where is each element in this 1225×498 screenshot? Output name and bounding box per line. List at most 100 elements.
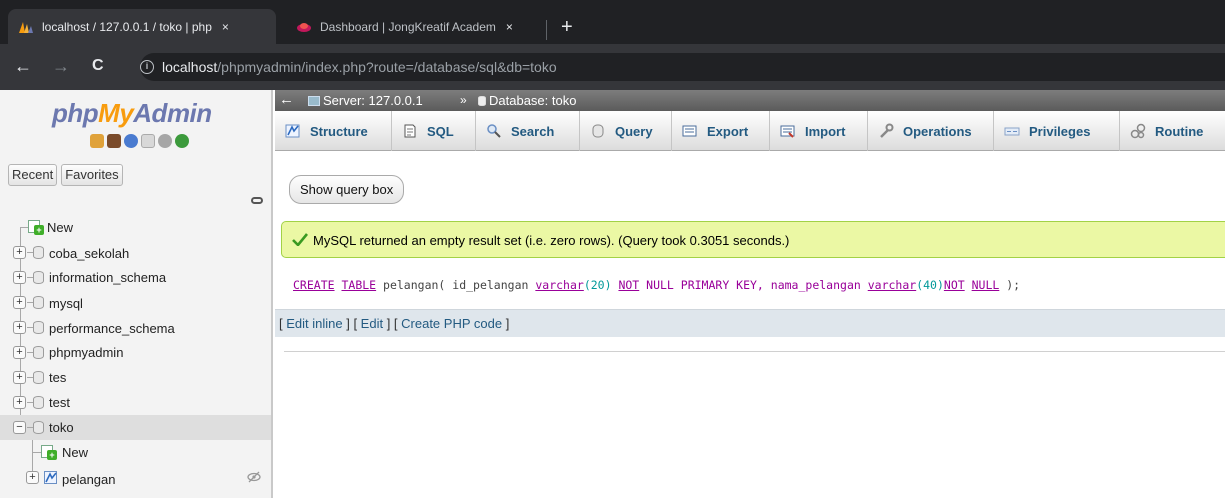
edit-inline-link[interactable]: Edit inline <box>286 316 342 331</box>
tree-item-label: performance_schema <box>49 321 175 336</box>
expand-icon[interactable]: + <box>13 371 26 384</box>
sql-keywords: NULL PRIMARY KEY, nama_pelangan <box>639 278 868 292</box>
sql-keyword-create[interactable]: CREATE <box>293 278 335 292</box>
success-check-icon <box>292 233 308 246</box>
address-bar[interactable]: i localhost/phpmyadmin/index.php?route=/… <box>140 53 1225 81</box>
expand-icon[interactable]: + <box>26 471 39 484</box>
tab-privileges[interactable]: Privileges <box>994 111 1120 151</box>
url-path: /phpmyadmin/index.php?route=/database/sq… <box>217 59 557 75</box>
tree-item-label: pelangan <box>62 472 116 487</box>
sql-function-varchar[interactable]: varchar <box>868 278 916 292</box>
breadcrumb-server-label: Server: 127.0.0.1 <box>323 93 423 108</box>
documentation-icon[interactable] <box>141 134 155 148</box>
bracket: ] [ <box>383 316 402 331</box>
tab-divider <box>546 20 547 40</box>
link-with-main-panel-icon[interactable] <box>251 197 263 204</box>
create-php-code-link[interactable]: Create PHP code <box>401 316 502 331</box>
tree-item-label: test <box>49 395 70 410</box>
reload-navigation-icon[interactable] <box>175 134 189 148</box>
phpmyadmin-favicon-icon <box>19 21 33 33</box>
collapse-icon[interactable]: − <box>13 421 26 434</box>
tree-item-label: mysql <box>49 296 83 311</box>
sql-keyword-table[interactable]: TABLE <box>341 278 376 292</box>
tab-title: localhost / 127.0.0.1 / toko | php <box>42 19 212 34</box>
sql-number: (20) <box>583 278 619 292</box>
tab-search[interactable]: Search <box>476 111 580 151</box>
tab-label: Privileges <box>1029 123 1091 139</box>
logout-icon[interactable] <box>107 134 121 148</box>
reload-button[interactable]: C <box>92 56 104 76</box>
server-icon <box>308 96 320 106</box>
settings-gear-icon[interactable] <box>158 134 172 148</box>
breadcrumb-separator: » <box>460 93 467 107</box>
tree-item-test[interactable]: + test <box>0 390 271 415</box>
help-icon[interactable] <box>124 134 138 148</box>
wrench-icon <box>880 123 894 138</box>
divider <box>284 351 1225 352</box>
export-icon <box>682 125 697 137</box>
browser-tab-bar: localhost / 127.0.0.1 / toko | php × Das… <box>0 0 1225 44</box>
sql-function-varchar[interactable]: varchar <box>535 278 583 292</box>
site-info-icon[interactable]: i <box>140 60 154 74</box>
breadcrumb-server[interactable]: Server: 127.0.0.1 <box>308 93 423 108</box>
expand-icon[interactable]: + <box>13 396 26 409</box>
sql-keyword-null[interactable]: NULL <box>972 278 1000 292</box>
tree-item-mysql[interactable]: + mysql <box>0 290 271 315</box>
expand-icon[interactable]: + <box>13 346 26 359</box>
expand-icon[interactable]: + <box>13 296 26 309</box>
tab-export[interactable]: Export <box>672 111 770 151</box>
close-tab-icon[interactable]: × <box>506 20 513 34</box>
phpmyadmin-logo[interactable]: phpMyAdmin <box>52 98 212 129</box>
tab-structure[interactable]: Structure <box>275 111 392 151</box>
tree-item-coba-sekolah[interactable]: + coba_sekolah <box>0 240 271 265</box>
tree-item-toko[interactable]: − toko <box>0 415 271 440</box>
sql-keyword-not[interactable]: NOT <box>618 278 639 292</box>
database-icon <box>33 271 44 284</box>
tree-item-tes[interactable]: + tes <box>0 365 271 390</box>
tab-sql[interactable]: SQL <box>392 111 476 151</box>
tree-item-phpmyadmin[interactable]: + phpmyadmin <box>0 340 271 365</box>
main-panel: ← Server: 127.0.0.1 » Database: toko Str… <box>275 90 1225 498</box>
show-query-box-button[interactable]: Show query box <box>289 175 405 204</box>
tree-item-label: New <box>62 445 89 460</box>
tree-item-information-schema[interactable]: + information_schema <box>0 265 271 290</box>
tree-item-label: phpmyadmin <box>49 345 124 360</box>
browser-tab-phpmyadmin[interactable]: localhost / 127.0.0.1 / toko | php × <box>8 9 276 44</box>
edit-link[interactable]: Edit <box>361 316 383 331</box>
home-icon[interactable] <box>90 134 104 148</box>
forward-button[interactable]: → <box>52 56 70 76</box>
close-tab-icon[interactable]: × <box>222 20 229 34</box>
url-host: localhost <box>162 59 218 75</box>
tab-import[interactable]: Import <box>770 111 868 151</box>
tab-label: Routine <box>1155 123 1204 139</box>
tab-routines[interactable]: Routine <box>1120 111 1225 151</box>
database-icon <box>33 321 44 334</box>
expand-icon[interactable]: + <box>13 271 26 284</box>
tab-query[interactable]: Query <box>580 111 672 151</box>
tree-item-label: tes <box>49 370 67 385</box>
tree-item-new[interactable]: + New <box>0 215 271 240</box>
expand-icon[interactable]: + <box>13 246 26 259</box>
recent-tab[interactable]: Recent <box>8 164 58 186</box>
url-text: localhost/phpmyadmin/index.php?route=/da… <box>162 59 557 75</box>
sql-keyword-not[interactable]: NOT <box>944 278 965 292</box>
tree-item-toko-new[interactable]: + New <box>0 440 271 465</box>
collapse-navigation-icon[interactable]: ← <box>279 91 294 108</box>
browser-tab-dashboard[interactable]: Dashboard | JongKreatif Academ × <box>286 9 544 44</box>
tree-item-performance-schema[interactable]: + performance_schema <box>0 315 271 340</box>
tab-label: Query <box>615 123 653 139</box>
browser-toolbar: ← → C i localhost/phpmyadmin/index.php?r… <box>0 44 1225 90</box>
back-button[interactable]: ← <box>14 56 32 76</box>
table-icon <box>44 471 57 484</box>
breadcrumb-database[interactable]: Database: toko <box>478 93 576 108</box>
navigation-panel: phpMyAdmin Recent Favorites + New + coba… <box>0 90 273 498</box>
favorites-tab[interactable]: Favorites <box>61 164 123 186</box>
tab-label: Search <box>511 123 555 139</box>
tree-item-label: toko <box>49 420 74 435</box>
new-tab-button[interactable]: + <box>561 17 573 37</box>
expand-icon[interactable]: + <box>13 321 26 334</box>
tab-operations[interactable]: Operations <box>868 111 994 151</box>
hide-eye-icon[interactable] <box>247 470 261 484</box>
database-icon <box>33 346 44 359</box>
tree-item-pelangan[interactable]: + pelangan <box>0 465 271 490</box>
